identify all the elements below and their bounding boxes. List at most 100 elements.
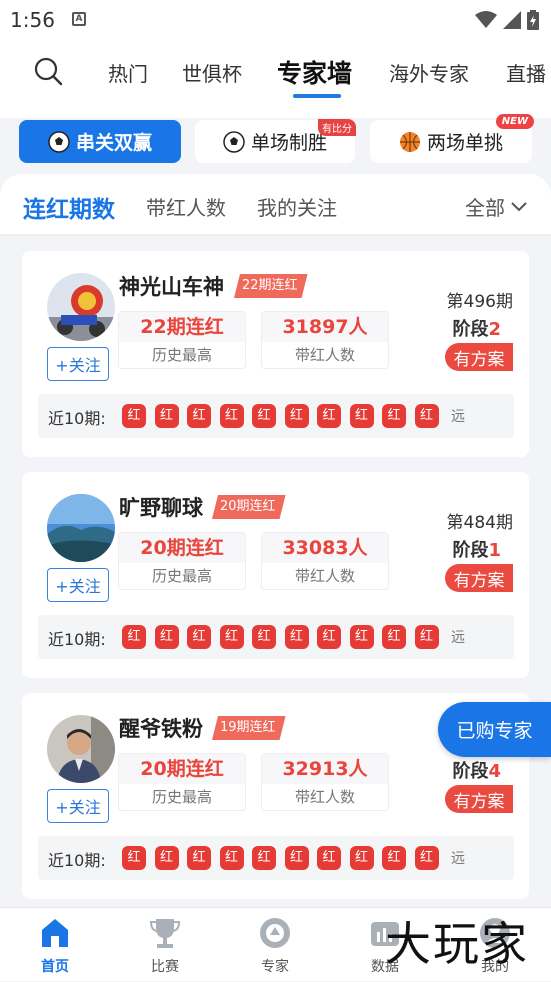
chip-parlay[interactable]: 串关双赢 [19,120,181,163]
follow-button[interactable]: +关注 [47,789,109,823]
expert-card[interactable]: +关注 神光山车神 22期连红 22期连红 历史最高 31897人 带红人数 第… [22,251,529,457]
stat-label: 带红人数 [294,567,355,585]
nav-experts[interactable]: 专家 [220,908,330,982]
result-dot: 红 [382,404,406,428]
result-dot: 红 [284,846,309,870]
status-bar: 1:56 A [0,0,551,38]
streak-badge: 22期连红 [234,274,308,298]
result-dot: 红 [122,846,146,870]
stage-number: 2 [488,319,501,340]
tab-hot[interactable]: 热门 [108,58,148,87]
stat-best-streak: 20期连红 历史最高 [118,753,246,811]
system-icons [475,10,539,30]
result-dot: 红 [219,625,244,649]
result-dot: 红 [414,404,439,428]
result-dot: 红 [349,846,374,870]
stat-value: 32913人 [262,754,388,784]
stage: 阶段4 [452,757,501,783]
nav-matches[interactable]: 比赛 [110,908,220,982]
tab-club-world-cup[interactable]: 世俱杯 [182,58,242,87]
tab-live[interactable]: 直播 [506,58,546,87]
category-chips: 串关双赢 单场制胜 有比分 两场单挑 NEW [0,114,551,174]
result-dot: 红 [382,625,406,649]
filter-dropdown[interactable]: 全部 [465,192,527,221]
result-dot: 红 [414,625,439,649]
expert-list: +关注 神光山车神 22期连红 22期连红 历史最高 31897人 带红人数 第… [0,236,551,909]
issue-number: 第496期 [446,292,513,312]
chip-single-match[interactable]: 单场制胜 有比分 [195,119,356,163]
stage-label: 阶段 [452,319,489,340]
signal-icon [503,11,521,29]
stat-best-streak: 22期连红 历史最高 [118,311,246,369]
recent-results: 近10期: 红 红 红 红 红 红 红 红 红 红 远 [38,394,514,438]
result-dot: 红 [187,625,211,649]
result-dot: 红 [187,846,211,870]
result-dot: 红 [349,625,374,649]
wifi-icon [475,11,497,28]
status-time: 1:56 [10,8,55,32]
tab-expert-wall[interactable]: 专家墙 [277,54,352,90]
stat-value: 20期连红 [119,533,245,563]
nav-label: 首页 [41,959,69,975]
expert-card[interactable]: +关注 旷野聊球 20期连红 20期连红 历史最高 33083人 带红人数 第4… [22,472,529,678]
nav-label: 专家 [261,959,289,975]
has-plan-badge[interactable]: 有方案 [445,785,513,813]
recent-label: 近10期: [48,851,106,870]
chip-label: 两场单挑 [426,132,503,154]
result-dot: 红 [154,625,179,649]
search-icon[interactable] [33,56,63,86]
has-plan-badge[interactable]: 有方案 [445,343,513,371]
avatar[interactable] [47,494,115,562]
stat-label: 历史最高 [151,346,212,364]
battery-icon [527,10,539,30]
expert-icon [260,918,290,948]
stage-label: 阶段 [452,761,489,782]
stat-label: 带红人数 [294,788,355,806]
stat-followers-won: 33083人 带红人数 [261,532,389,590]
watermark-logo: 大玩家 [385,917,529,971]
chip-two-match[interactable]: 两场单挑 NEW [370,114,534,163]
avatar[interactable] [47,715,115,783]
result-dot: 红 [252,625,276,649]
result-dot: 红 [382,846,406,870]
result-dot: 红 [154,404,179,428]
result-dot: 红 [284,404,309,428]
purchased-experts-button[interactable]: 已购专家 [438,702,551,757]
filter-label: 全部 [465,196,505,220]
follow-button[interactable]: +关注 [47,347,109,381]
stat-followers-won: 31897人 带红人数 [261,311,389,369]
follow-button[interactable]: +关注 [47,568,109,602]
result-dot: 红 [252,404,276,428]
result-dot: 红 [317,846,341,870]
result-dot: 红 [349,404,374,428]
avatar[interactable] [47,273,115,341]
streak-badge: 19期连红 [212,716,286,740]
stage: 阶段1 [452,536,501,562]
stat-label: 历史最高 [151,788,212,806]
far-label: 远 [451,851,465,867]
tab-overseas-experts[interactable]: 海外专家 [389,58,469,87]
chip-label: 单场制胜 [250,132,327,154]
active-tab-indicator [293,94,341,98]
recent-results: 近10期: 红 红 红 红 红 红 红 红 红 红 远 [38,836,514,880]
stage-label: 阶段 [452,540,489,561]
recent-label: 近10期: [48,409,106,428]
expert-name: 旷野聊球 [119,496,203,520]
stat-followers-won: 32913人 带红人数 [261,753,389,811]
stat-best-streak: 20期连红 历史最高 [118,532,246,590]
issue-number: 第484期 [446,513,513,533]
top-navigation: 热门 世俱杯 专家墙 海外专家 直播 [0,38,551,120]
trophy-icon [149,919,181,948]
expert-name: 醒爷铁粉 [119,717,203,741]
home-icon [42,919,68,947]
has-plan-badge[interactable]: 有方案 [445,564,513,592]
nav-label: 比赛 [151,959,179,975]
subtab-followers-won[interactable]: 带红人数 [146,192,226,221]
chevron-down-icon [511,201,527,211]
app-notification-icon: A [72,12,86,26]
chip-label: 串关双赢 [75,132,152,154]
subtab-streak[interactable]: 连红期数 [23,190,115,224]
subtab-my-follows[interactable]: 我的关注 [257,192,337,221]
nav-home[interactable]: 首页 [0,908,110,982]
new-badge: NEW [495,114,534,129]
